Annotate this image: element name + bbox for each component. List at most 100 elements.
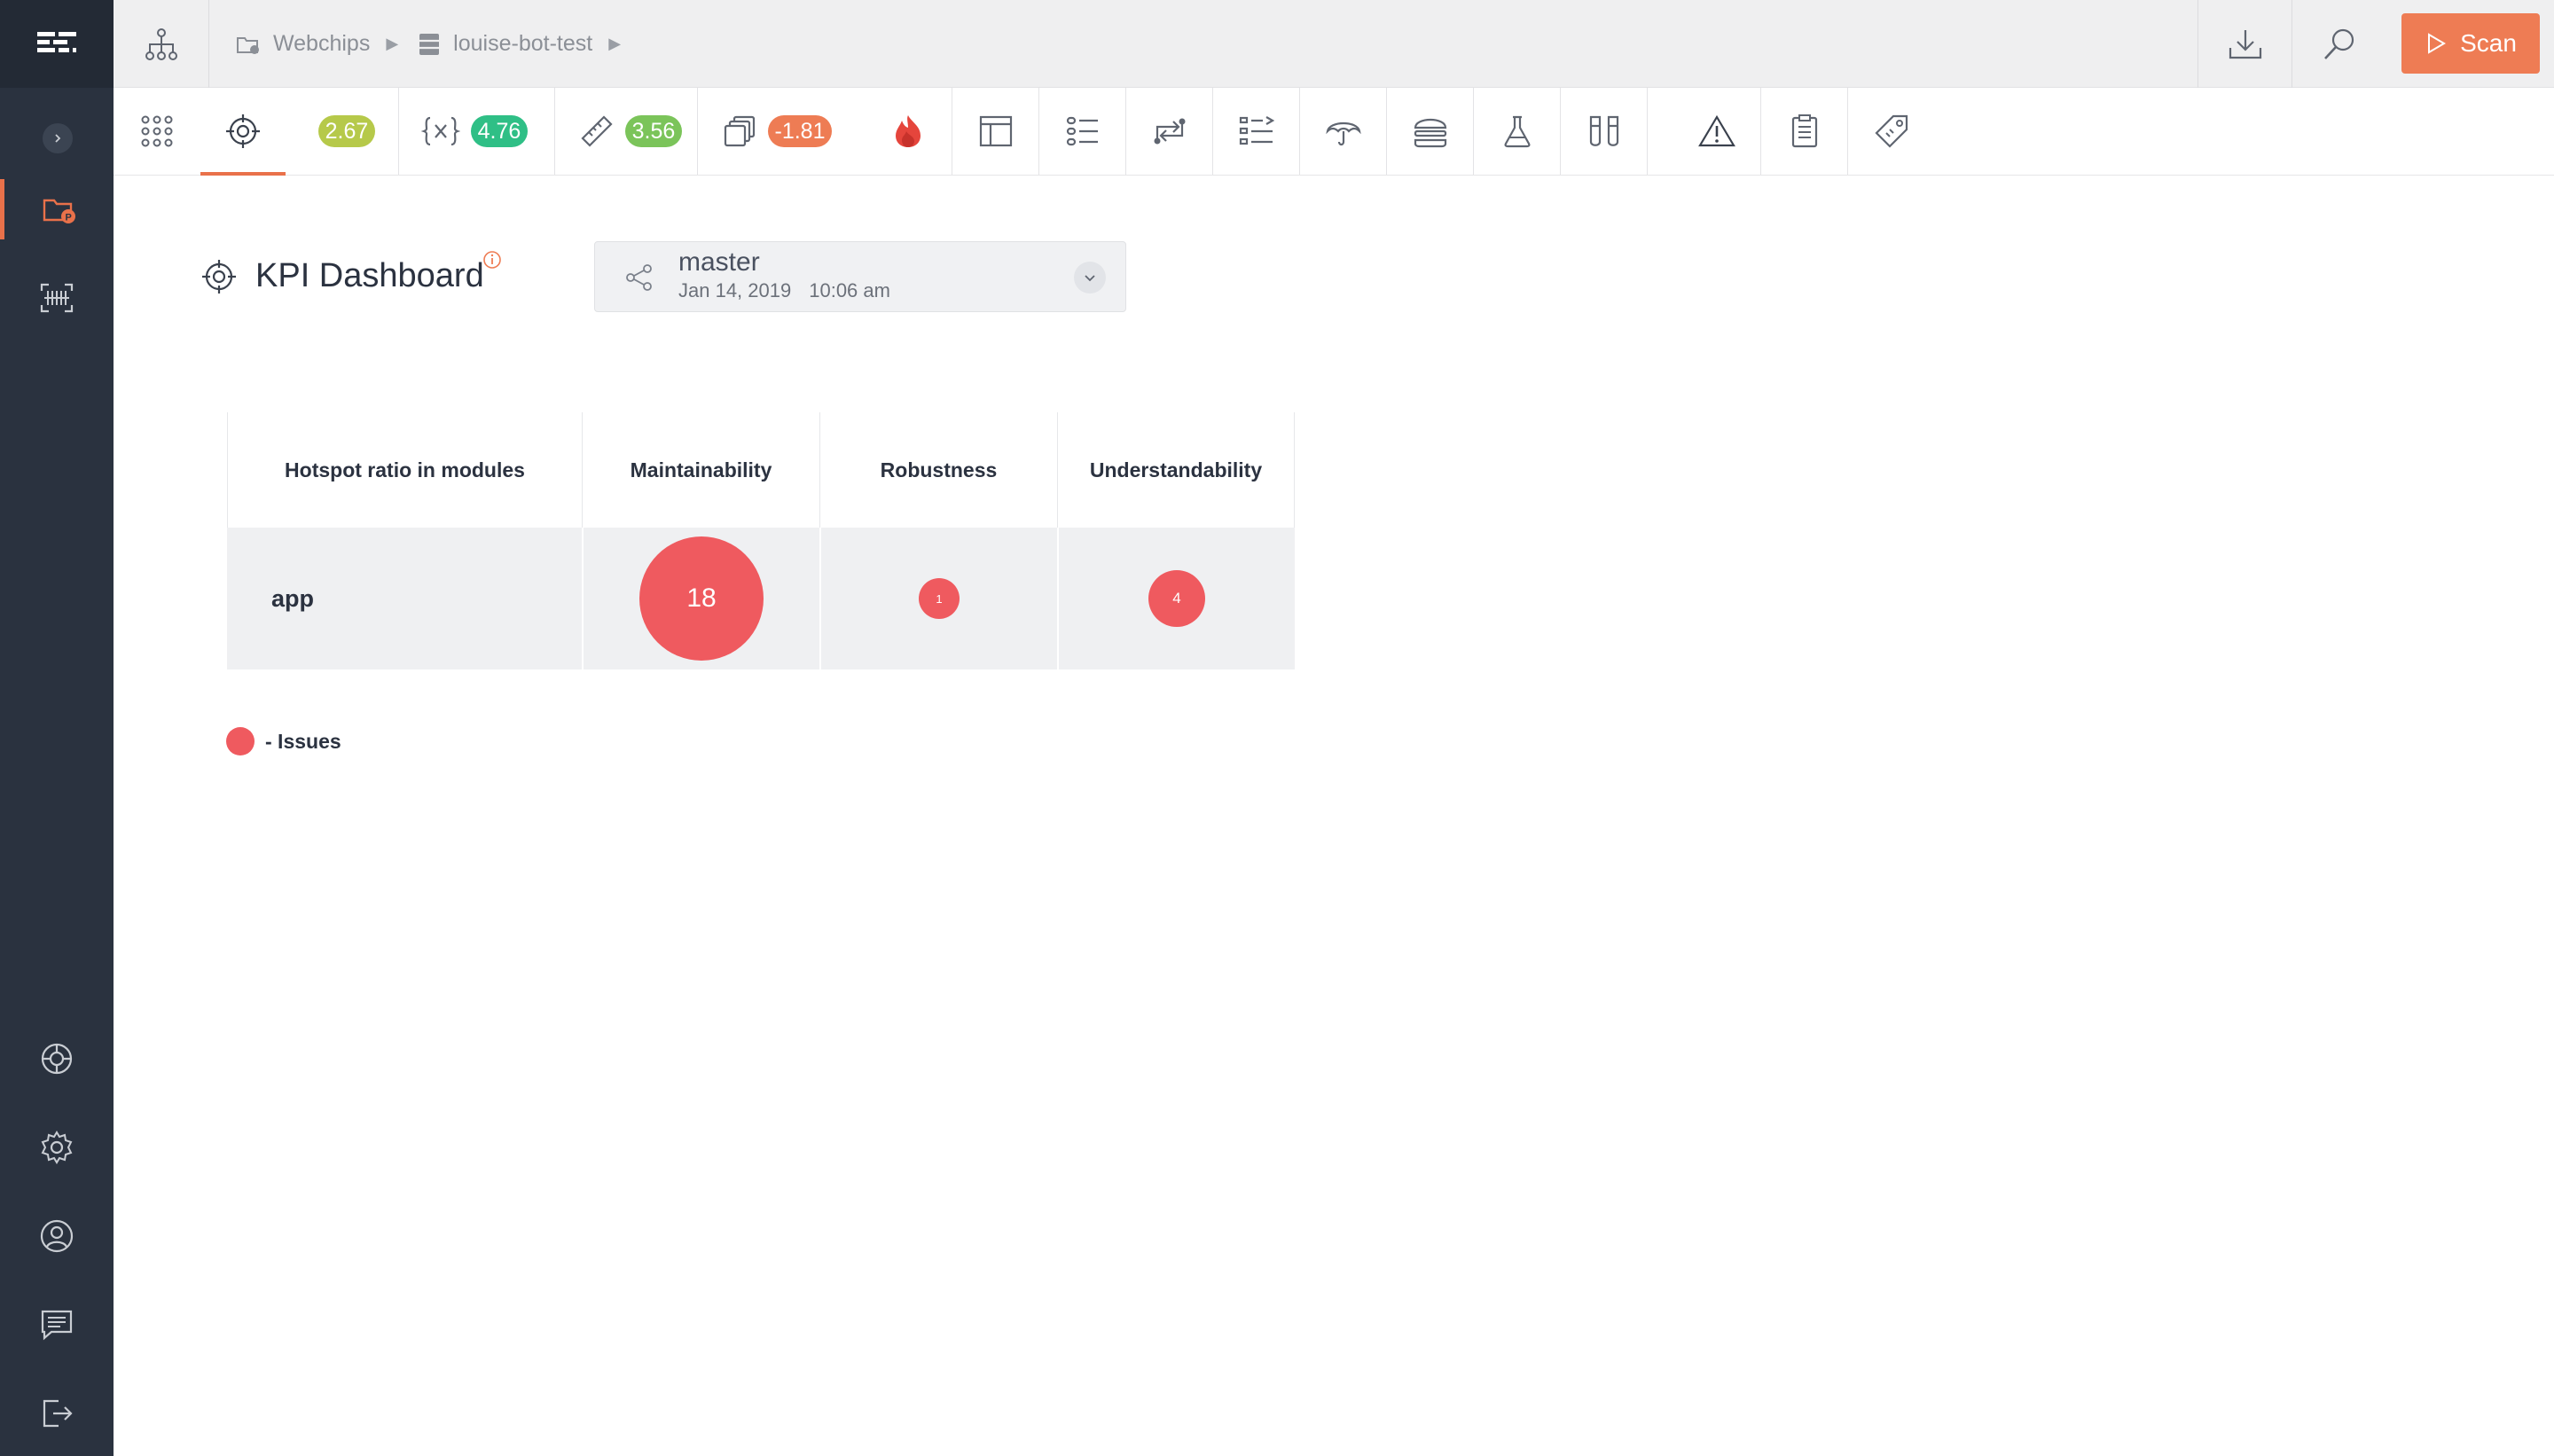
- breadcrumb-separator-icon: ▶: [608, 35, 622, 52]
- table-header-hotspot-ratio: Hotspot ratio in modules: [227, 412, 582, 528]
- breadcrumb-separator-icon: ▶: [386, 35, 399, 52]
- analysis-toolbar: 2.67 4.76 3.56 -1.81: [114, 88, 2554, 176]
- codescene-logo-icon: [37, 31, 76, 52]
- module-name-cell: app: [227, 528, 582, 669]
- table-header-robustness: Robustness: [819, 412, 1057, 528]
- tool-list[interactable]: [1039, 88, 1126, 175]
- swap-arrows-icon: [1154, 118, 1186, 145]
- top-header: Webchips ▶ louise-bot-test ▶ Scan: [114, 0, 2554, 88]
- svg-text:P: P: [65, 213, 71, 223]
- module-name: app: [271, 584, 315, 612]
- breadcrumb-project-label: Webchips: [273, 31, 371, 56]
- maintainability-cell[interactable]: 18: [582, 528, 819, 669]
- size-badge: 3.56: [624, 115, 683, 147]
- download-icon: [2229, 29, 2261, 59]
- kpi-info-button[interactable]: [482, 250, 502, 270]
- test-tubes-icon: [1589, 115, 1619, 146]
- robustness-issues-bubble[interactable]: 1: [919, 578, 960, 619]
- robustness-cell[interactable]: 1: [819, 528, 1057, 669]
- functions-badge: 4.76: [470, 115, 529, 147]
- layout-panel-icon: [979, 115, 1013, 147]
- app-logo[interactable]: [0, 0, 114, 88]
- clipboard-icon: [1791, 114, 1818, 148]
- sidebar: P: [0, 0, 114, 1456]
- sidebar-item-help[interactable]: [0, 1029, 114, 1089]
- code-health-badge: 2.67: [317, 115, 376, 147]
- scan-button-label: Scan: [2460, 29, 2517, 57]
- scan-icon: [40, 283, 74, 313]
- copy-icon: [724, 115, 755, 147]
- sidebar-item-settings[interactable]: [0, 1117, 114, 1178]
- branch-icon: [626, 264, 652, 291]
- table-header-understandability: Understandability: [1057, 412, 1295, 528]
- breadcrumb-repository-label: louise-bot-test: [453, 31, 593, 56]
- tool-duplication[interactable]: -1.81: [706, 88, 848, 175]
- variable-braces-icon: [420, 116, 460, 146]
- sidebar-item-logout[interactable]: [0, 1383, 114, 1444]
- understandability-cell[interactable]: 4: [1057, 528, 1295, 669]
- user-profile-icon: [40, 1219, 74, 1253]
- duplication-badge: -1.81: [767, 115, 833, 147]
- kpi-table: Hotspot ratio in modules Maintainability…: [227, 412, 1295, 670]
- tool-functions[interactable]: 4.76: [408, 88, 541, 175]
- branch-selector[interactable]: master Jan 14, 2019 10:06 am: [594, 241, 1126, 312]
- scan-button[interactable]: Scan: [2401, 13, 2540, 74]
- warning-icon: [1698, 114, 1735, 147]
- database-icon: [419, 33, 440, 55]
- folder-icon: [237, 36, 259, 54]
- chevron-down-icon: [1085, 275, 1095, 282]
- sidebar-expand-button[interactable]: [43, 123, 73, 153]
- tool-tags[interactable]: [1848, 88, 1935, 175]
- breadcrumb-project[interactable]: Webchips: [236, 31, 370, 57]
- tool-knowledge[interactable]: [1300, 88, 1387, 175]
- tool-reports[interactable]: [1761, 88, 1848, 175]
- page-title: KPI Dashboard: [255, 257, 484, 294]
- branch-name: master: [678, 247, 760, 277]
- tool-test-tubes[interactable]: [1561, 88, 1648, 175]
- table-header-maintainability: Maintainability: [582, 412, 819, 528]
- branch-dropdown-toggle[interactable]: [1074, 262, 1106, 294]
- tag-icon: [1875, 114, 1908, 148]
- tool-refactoring-targets[interactable]: [1213, 88, 1300, 175]
- tool-code-health[interactable]: 2.67: [307, 88, 387, 175]
- download-button[interactable]: [2198, 0, 2292, 88]
- target-icon: [226, 114, 260, 148]
- sidebar-item-feedback[interactable]: [0, 1295, 114, 1355]
- tool-coupling[interactable]: [1126, 88, 1213, 175]
- sidebar-item-scan[interactable]: [0, 268, 114, 328]
- tool-experiments[interactable]: [1474, 88, 1561, 175]
- chevron-right-icon: [55, 134, 61, 143]
- target-icon: [202, 259, 236, 294]
- umbrella-icon: [1326, 121, 1361, 146]
- breadcrumb: Webchips ▶ louise-bot-test ▶: [236, 0, 628, 88]
- project-tree-button[interactable]: [114, 0, 209, 88]
- branch-timestamp: Jan 14, 2019 10:06 am: [678, 279, 890, 302]
- logout-icon: [43, 1399, 73, 1428]
- info-icon: [483, 251, 501, 269]
- search-button[interactable]: [2292, 0, 2386, 88]
- tool-overview[interactable]: [114, 88, 200, 175]
- understandability-issues-bubble[interactable]: 4: [1148, 570, 1205, 627]
- maintainability-issues-bubble[interactable]: 18: [639, 536, 764, 661]
- tool-hotspots[interactable]: [866, 88, 951, 175]
- breadcrumb-repository[interactable]: louise-bot-test: [418, 31, 592, 57]
- chart-legend: - Issues: [226, 727, 341, 755]
- settings-gear-icon: [41, 1131, 73, 1164]
- branch-time: 10:06 am: [809, 279, 890, 301]
- tool-warnings[interactable]: [1674, 88, 1759, 175]
- checklist-icon: [1239, 116, 1275, 145]
- tool-kpi-dashboard[interactable]: [200, 88, 286, 176]
- list-icon: [1066, 116, 1098, 146]
- tool-size[interactable]: 3.56: [564, 88, 697, 175]
- branch-date: Jan 14, 2019: [678, 279, 792, 301]
- issues-legend-label: - Issues: [265, 729, 341, 753]
- search-icon: [2323, 28, 2354, 59]
- page-header: KPI Dashboard: [200, 257, 484, 295]
- issues-legend-dot: [226, 727, 255, 755]
- tool-team[interactable]: [1387, 88, 1474, 175]
- tool-architecture[interactable]: [952, 88, 1039, 175]
- projects-icon: P: [43, 199, 75, 223]
- sidebar-item-projects[interactable]: P: [0, 179, 114, 239]
- hierarchy-icon: [145, 27, 177, 60]
- sidebar-item-profile[interactable]: [0, 1206, 114, 1266]
